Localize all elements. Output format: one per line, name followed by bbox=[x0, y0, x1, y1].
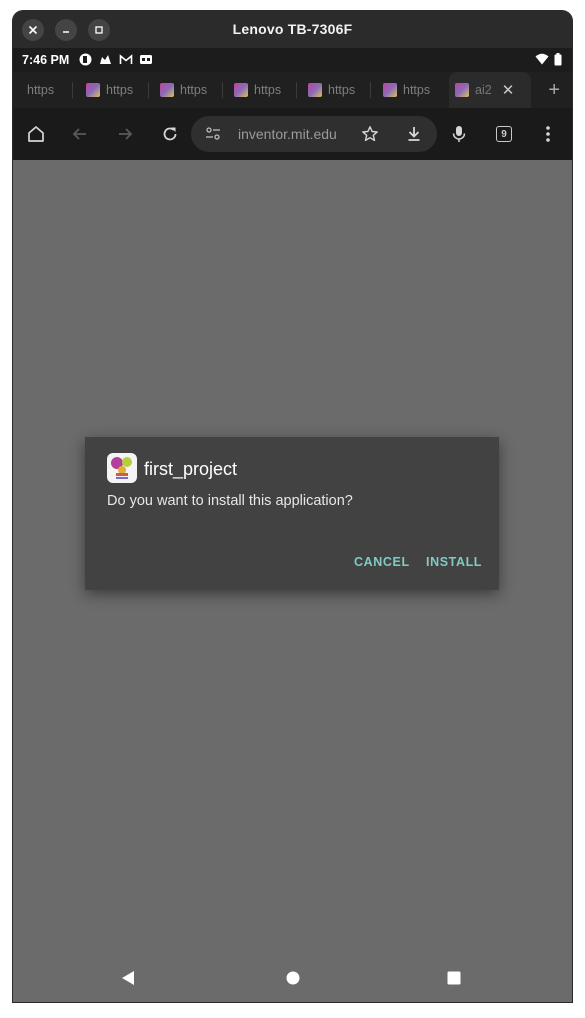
tab-favicon bbox=[86, 83, 100, 97]
tab-favicon bbox=[383, 83, 397, 97]
forward-button[interactable] bbox=[114, 123, 136, 145]
arrow-right-icon bbox=[119, 128, 133, 140]
browser-tab[interactable]: https bbox=[160, 78, 223, 102]
install-button[interactable]: INSTALL bbox=[426, 555, 482, 569]
more-vertical-icon bbox=[546, 126, 550, 142]
browser-toolbar: inventor.mit.edu 9 bbox=[13, 108, 572, 160]
voice-search-button[interactable] bbox=[448, 123, 470, 145]
cancel-button[interactable]: CANCEL bbox=[354, 555, 410, 569]
tab-title: ai2 bbox=[475, 83, 492, 97]
dialog-title: first_project bbox=[144, 459, 238, 479]
browser-tab[interactable]: https bbox=[86, 78, 149, 102]
home-nav-button[interactable] bbox=[285, 970, 301, 986]
bookmark-star-icon[interactable] bbox=[361, 125, 379, 143]
new-tab-button[interactable]: + bbox=[548, 80, 560, 100]
back-nav-button[interactable] bbox=[120, 970, 136, 986]
gmail-icon bbox=[119, 54, 133, 64]
status-system-icons bbox=[535, 53, 562, 66]
wifi-icon bbox=[535, 53, 549, 65]
emulator-window: Lenovo TB-7306F 7:46 PM https https http… bbox=[13, 11, 572, 1002]
download-icon[interactable] bbox=[405, 125, 423, 143]
status-bar: 7:46 PM bbox=[13, 48, 572, 72]
battery-icon bbox=[554, 53, 562, 66]
microphone-icon bbox=[452, 126, 466, 142]
browser-tab[interactable]: https bbox=[308, 78, 371, 102]
home-icon bbox=[28, 126, 44, 142]
tab-separator bbox=[222, 82, 223, 98]
reload-icon bbox=[163, 127, 177, 141]
tab-count-badge: 9 bbox=[496, 126, 512, 142]
reload-button[interactable] bbox=[159, 123, 181, 145]
home-button[interactable] bbox=[25, 123, 47, 145]
site-settings-icon bbox=[206, 127, 220, 140]
tab-title: https bbox=[328, 83, 356, 97]
status-time: 7:46 PM bbox=[22, 53, 70, 67]
recents-icon bbox=[447, 971, 461, 985]
plus-icon: + bbox=[548, 79, 560, 101]
tab-separator bbox=[148, 82, 149, 98]
tab-title: https bbox=[106, 83, 134, 97]
window-title: Lenovo TB-7306F bbox=[232, 21, 353, 37]
tab-switcher-button[interactable]: 9 bbox=[493, 123, 515, 145]
tab-title: https bbox=[27, 83, 55, 97]
browser-tab[interactable]: https bbox=[383, 78, 445, 102]
tab-separator bbox=[370, 82, 371, 98]
app-icon bbox=[79, 53, 92, 66]
app-icon bbox=[107, 453, 137, 483]
home-circle-icon bbox=[286, 971, 300, 985]
android-navigation-bar bbox=[13, 952, 572, 1002]
tab-title: https bbox=[180, 83, 208, 97]
badge-icon bbox=[140, 55, 152, 64]
url-text: inventor.mit.edu bbox=[238, 126, 337, 142]
browser-tab[interactable]: https bbox=[234, 78, 297, 102]
browser-tab[interactable]: https bbox=[27, 78, 73, 102]
notification-icon bbox=[100, 55, 111, 64]
window-titlebar: Lenovo TB-7306F bbox=[13, 11, 572, 48]
tab-favicon bbox=[234, 83, 248, 97]
tab-separator bbox=[72, 82, 73, 98]
arrow-left-icon bbox=[72, 128, 86, 140]
address-bar[interactable]: inventor.mit.edu bbox=[191, 116, 437, 152]
tab-title: https bbox=[403, 83, 431, 97]
back-button[interactable] bbox=[69, 123, 91, 145]
more-menu-button[interactable] bbox=[537, 123, 559, 145]
back-icon bbox=[122, 971, 134, 985]
tab-title: https bbox=[254, 83, 282, 97]
dialog-message: Do you want to install this application? bbox=[107, 493, 353, 509]
tab-favicon bbox=[160, 83, 174, 97]
close-tab-icon[interactable]: ✕ bbox=[502, 81, 515, 99]
tab-separator bbox=[296, 82, 297, 98]
browser-tab-strip: https https https https https https ai2 … bbox=[13, 72, 572, 108]
tab-favicon bbox=[308, 83, 322, 97]
recents-nav-button[interactable] bbox=[446, 970, 462, 986]
status-notification-icons bbox=[79, 53, 153, 66]
tab-favicon bbox=[455, 83, 469, 97]
browser-tab-active[interactable]: ai2 ✕ bbox=[449, 72, 531, 108]
install-dialog: first_project Do you want to install thi… bbox=[85, 437, 499, 590]
